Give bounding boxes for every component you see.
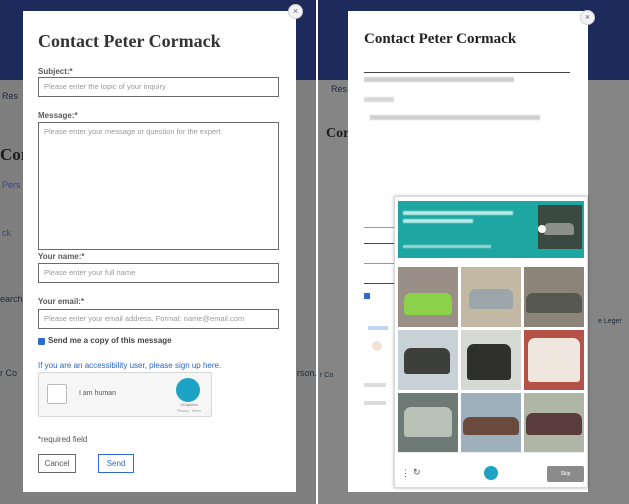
bg-fragment-4: ck: [2, 228, 11, 238]
right-bg-fragment-3: r Co: [320, 372, 334, 379]
sample-marker: [538, 225, 546, 233]
copy-checkbox-label[interactable]: Send me a copy of this message: [48, 336, 172, 345]
captcha-checkbox[interactable]: [47, 384, 67, 404]
modal-title-right: Contact Peter Cormack: [364, 31, 517, 47]
blurred-message-label: [364, 97, 394, 102]
challenge-tile-9[interactable]: [524, 393, 584, 453]
sample-vehicle: [544, 223, 574, 235]
challenge-tile-4[interactable]: [398, 330, 458, 390]
challenge-sample-image: [538, 205, 582, 249]
challenge-header: [398, 201, 584, 258]
bg-fragment-5: earch: [0, 294, 23, 304]
accessibility-link-right[interactable]: [368, 326, 388, 330]
screenshot-stage: Res Cor Pers ck earch r Co rson. Contact…: [0, 0, 629, 504]
captcha-spinner-icon: [372, 341, 382, 351]
close-icon-right[interactable]: ×: [580, 10, 595, 25]
challenge-tile-8[interactable]: [461, 393, 521, 453]
right-bg-fragment-1: Cor: [326, 126, 350, 141]
bg-fragment-7: rson.: [297, 368, 318, 378]
tile-vehicle: [528, 338, 580, 382]
form-line-2: [364, 243, 394, 244]
tile-vehicle: [404, 407, 452, 437]
captcha-brand: hCaptcha: [180, 402, 198, 407]
tile-vehicle: [404, 293, 452, 315]
challenge-tile-7[interactable]: [398, 393, 458, 453]
captcha-label: I am human: [79, 390, 116, 397]
subject-underline: [364, 72, 570, 73]
tile-vehicle: [526, 413, 582, 435]
blurred-subject-text: [364, 77, 514, 82]
challenge-tile-6[interactable]: [524, 330, 584, 390]
challenge-tile-2[interactable]: [461, 267, 521, 327]
blurred-message-text: [370, 115, 540, 120]
name-input[interactable]: Please enter your full name: [38, 263, 279, 283]
skip-button[interactable]: Skip: [547, 466, 584, 482]
required-note-right: [364, 383, 386, 387]
cancel-button-right[interactable]: [364, 401, 386, 405]
bg-fragment-6: r Co: [0, 368, 18, 378]
challenge-tile-5[interactable]: [461, 330, 521, 390]
accessibility-link[interactable]: If you are an accessibility user, please…: [38, 361, 221, 370]
hcaptcha-footer-logo-icon: [484, 466, 498, 480]
challenge-subtext: [403, 245, 491, 248]
right-bg-fragment-4: e Leger: [598, 318, 622, 325]
form-line-4: [364, 283, 394, 284]
copy-checkbox-right[interactable]: [364, 293, 370, 299]
message-label: Message:*: [38, 111, 78, 120]
hcaptcha-logo-icon: [176, 378, 200, 402]
modal-title: Contact Peter Cormack: [38, 31, 221, 51]
close-icon[interactable]: ×: [288, 4, 303, 19]
challenge-tile-3[interactable]: [524, 267, 584, 327]
subject-input[interactable]: Please enter the topic of your inquiry: [38, 77, 279, 97]
bg-fragment-1: Res: [2, 91, 19, 101]
tile-vehicle: [467, 344, 511, 380]
menu-dots-icon[interactable]: ⋮: [401, 468, 410, 479]
tile-vehicle: [404, 348, 450, 374]
captcha-widget: I am human hCaptcha Privacy · Terms: [38, 372, 212, 417]
cancel-button[interactable]: Cancel: [38, 454, 76, 473]
bg-fragment-3: Pers: [2, 180, 21, 190]
message-textarea[interactable]: Please enter your message or question fo…: [38, 122, 279, 250]
name-label: Your name:*: [38, 252, 85, 261]
contact-modal: Contact Peter Cormack Subject:* Please e…: [23, 11, 296, 492]
tile-vehicle: [469, 289, 513, 309]
challenge-tile-1[interactable]: [398, 267, 458, 327]
subject-label: Subject:*: [38, 67, 73, 76]
challenge-footer-divider: [398, 452, 584, 453]
copy-checkbox[interactable]: [38, 338, 45, 345]
image-challenge-popup: ⋮ ↻ Skip: [394, 196, 588, 488]
refresh-icon[interactable]: ↻: [413, 467, 421, 478]
email-input[interactable]: Please enter your email address. Format:…: [38, 309, 279, 329]
tile-vehicle: [463, 417, 519, 435]
form-line-3: [364, 263, 394, 264]
email-label: Your email:*: [38, 297, 85, 306]
challenge-instruction: [403, 211, 531, 223]
form-line-1: [364, 227, 394, 228]
tile-vehicle: [526, 293, 582, 313]
required-note: *required field: [38, 435, 88, 444]
right-bg-fragment-2: Res: [331, 84, 348, 94]
send-button[interactable]: Send: [98, 454, 134, 473]
captcha-terms-link[interactable]: Privacy · Terms: [172, 409, 206, 413]
